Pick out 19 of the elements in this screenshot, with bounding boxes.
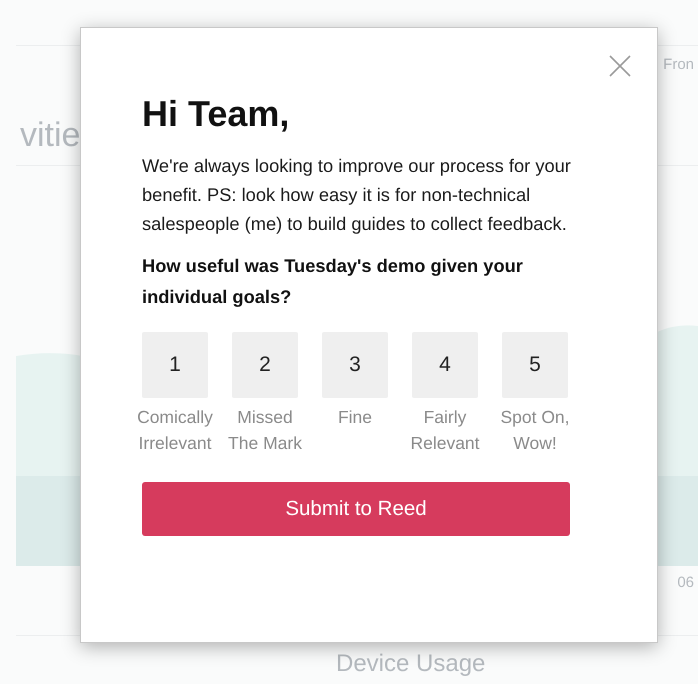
rating-option[interactable]: 5 (502, 332, 568, 398)
rating-option[interactable]: 1 (142, 332, 208, 398)
dialog-title: Hi Team, (142, 92, 290, 136)
rating-label: Comically Irrelevant (136, 406, 214, 456)
rating-option[interactable]: 2 (232, 332, 298, 398)
rating-label: Fine (336, 406, 374, 430)
close-button[interactable] (608, 54, 632, 78)
stat-caption: Fron (663, 56, 694, 73)
question-text: How useful was Tuesday's demo given your individual goals? (142, 254, 524, 310)
axis-label: 06 (677, 574, 694, 591)
rating-label: Fairly Relevant (409, 406, 481, 456)
panel-title: Device Usage (336, 650, 486, 678)
rating-label: Missed The Mark (227, 406, 303, 456)
rating-label: Spot On, Wow! (499, 406, 571, 456)
rating-option[interactable]: 4 (412, 332, 478, 398)
message-text: We're always looking to improve our process for your benefit. PS: look how easy it is for non-technical salespeople (me) to build guides to collect feedback. (142, 154, 572, 236)
submit-button[interactable]: Submit to Reed (142, 482, 570, 536)
section-title: vitie (20, 116, 80, 155)
rating-option[interactable]: 3 (322, 332, 388, 398)
